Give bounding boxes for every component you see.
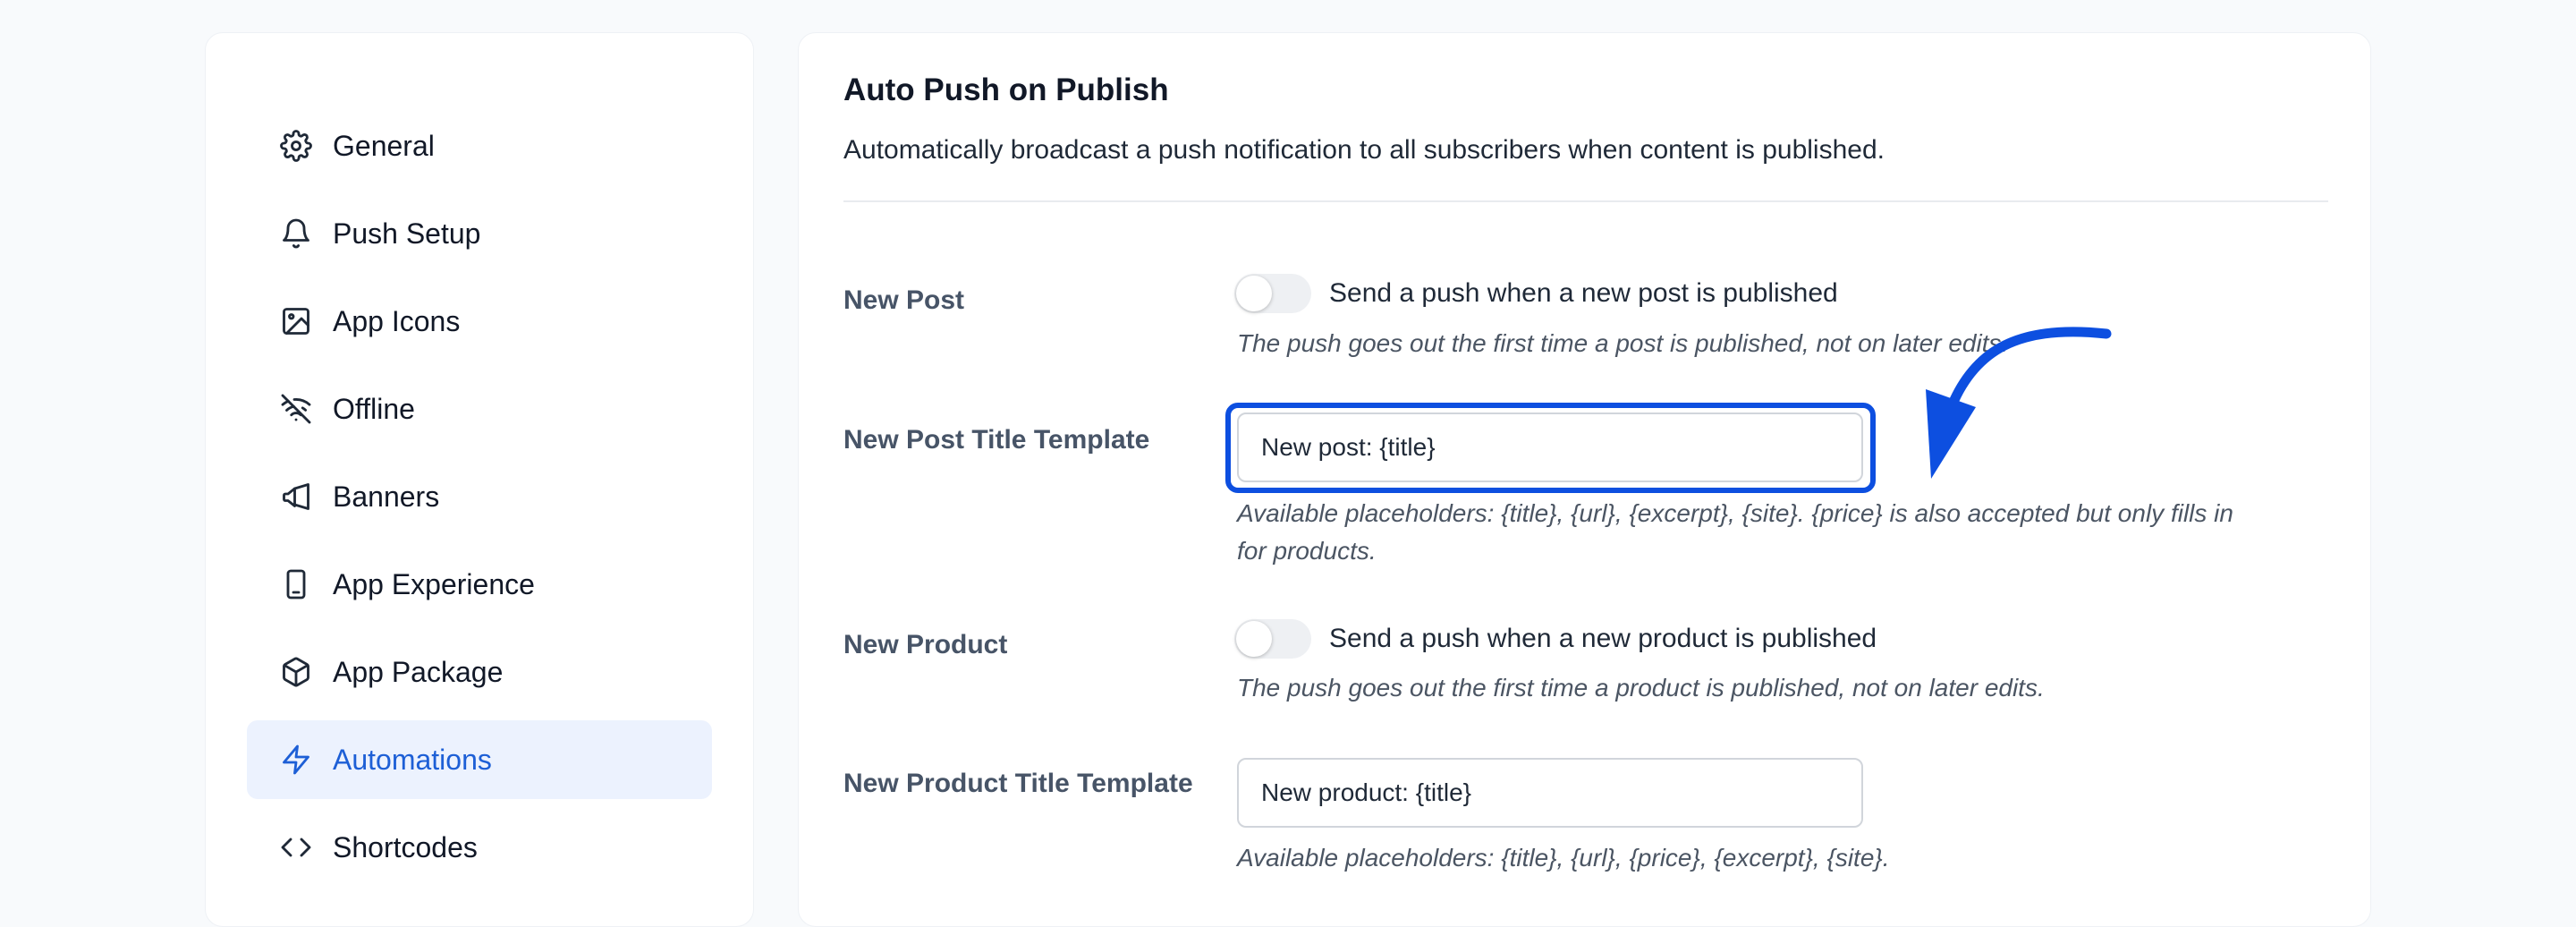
lightning-icon	[279, 743, 313, 777]
new-product-title-input[interactable]	[1237, 758, 1863, 828]
new-post-toggle[interactable]	[1234, 274, 1311, 313]
sidebar-item-label: App Icons	[333, 304, 461, 337]
new-product-toggle[interactable]	[1234, 619, 1311, 659]
phone-icon	[279, 567, 313, 601]
help-line: for products.	[1237, 537, 1377, 565]
new-product-title-help: Available placeholders: {title}, {url}, …	[1237, 844, 1890, 872]
sidebar-item-label: Banners	[333, 480, 440, 513]
divider	[843, 200, 2328, 202]
image-icon	[279, 304, 313, 338]
megaphone-icon	[279, 480, 313, 514]
sidebar-item-push-setup[interactable]: Push Setup	[247, 194, 712, 273]
new-product-toggle-label: Send a push when a new product is publis…	[1329, 624, 1877, 653]
sidebar-item-label: App Experience	[333, 567, 535, 600]
sidebar-item-shortcodes[interactable]: Shortcodes	[247, 808, 712, 887]
bell-icon	[279, 217, 313, 251]
sidebar-item-general[interactable]: General	[247, 106, 712, 185]
automations-panel: Auto Push on Publish Automatically broad…	[798, 32, 2371, 927]
annotation-arrow-icon	[1926, 327, 2112, 479]
sidebar-item-label: App Package	[333, 655, 504, 688]
new-product-title-label: New Product Title Template	[843, 769, 1193, 798]
code-icon	[279, 830, 313, 864]
toggle-knob	[1236, 276, 1272, 311]
sidebar-item-offline[interactable]: Offline	[247, 370, 712, 448]
sidebar-item-automations[interactable]: Automations	[247, 720, 712, 799]
box-icon	[279, 655, 313, 689]
section-description: Automatically broadcast a push notificat…	[843, 135, 1885, 165]
new-product-help: The push goes out the first time a produ…	[1237, 674, 2045, 702]
new-post-toggle-label: Send a push when a new post is published	[1329, 278, 1838, 308]
wifi-off-icon	[279, 392, 313, 426]
highlight-box	[1225, 403, 1876, 493]
sidebar-item-label: Push Setup	[333, 217, 481, 250]
sidebar-item-app-experience[interactable]: App Experience	[247, 545, 712, 624]
new-post-title-label: New Post Title Template	[843, 425, 1150, 455]
sidebar-item-label: Shortcodes	[333, 830, 478, 863]
sidebar-item-app-package[interactable]: App Package	[247, 633, 712, 711]
sidebar-item-banners[interactable]: Banners	[247, 457, 712, 536]
toggle-knob	[1236, 621, 1272, 657]
sidebar-item-label: Offline	[333, 392, 415, 425]
sidebar-item-label: Automations	[333, 743, 492, 776]
sidebar-item-app-icons[interactable]: App Icons	[247, 282, 712, 361]
section-title: Auto Push on Publish	[843, 72, 1169, 107]
sidebar-item-label: General	[333, 129, 435, 162]
gear-icon	[279, 129, 313, 163]
new-product-label: New Product	[843, 630, 1008, 659]
settings-sidebar: General Push Setup App Icons Offline Ban…	[205, 32, 754, 927]
new-post-label: New Post	[843, 285, 965, 315]
